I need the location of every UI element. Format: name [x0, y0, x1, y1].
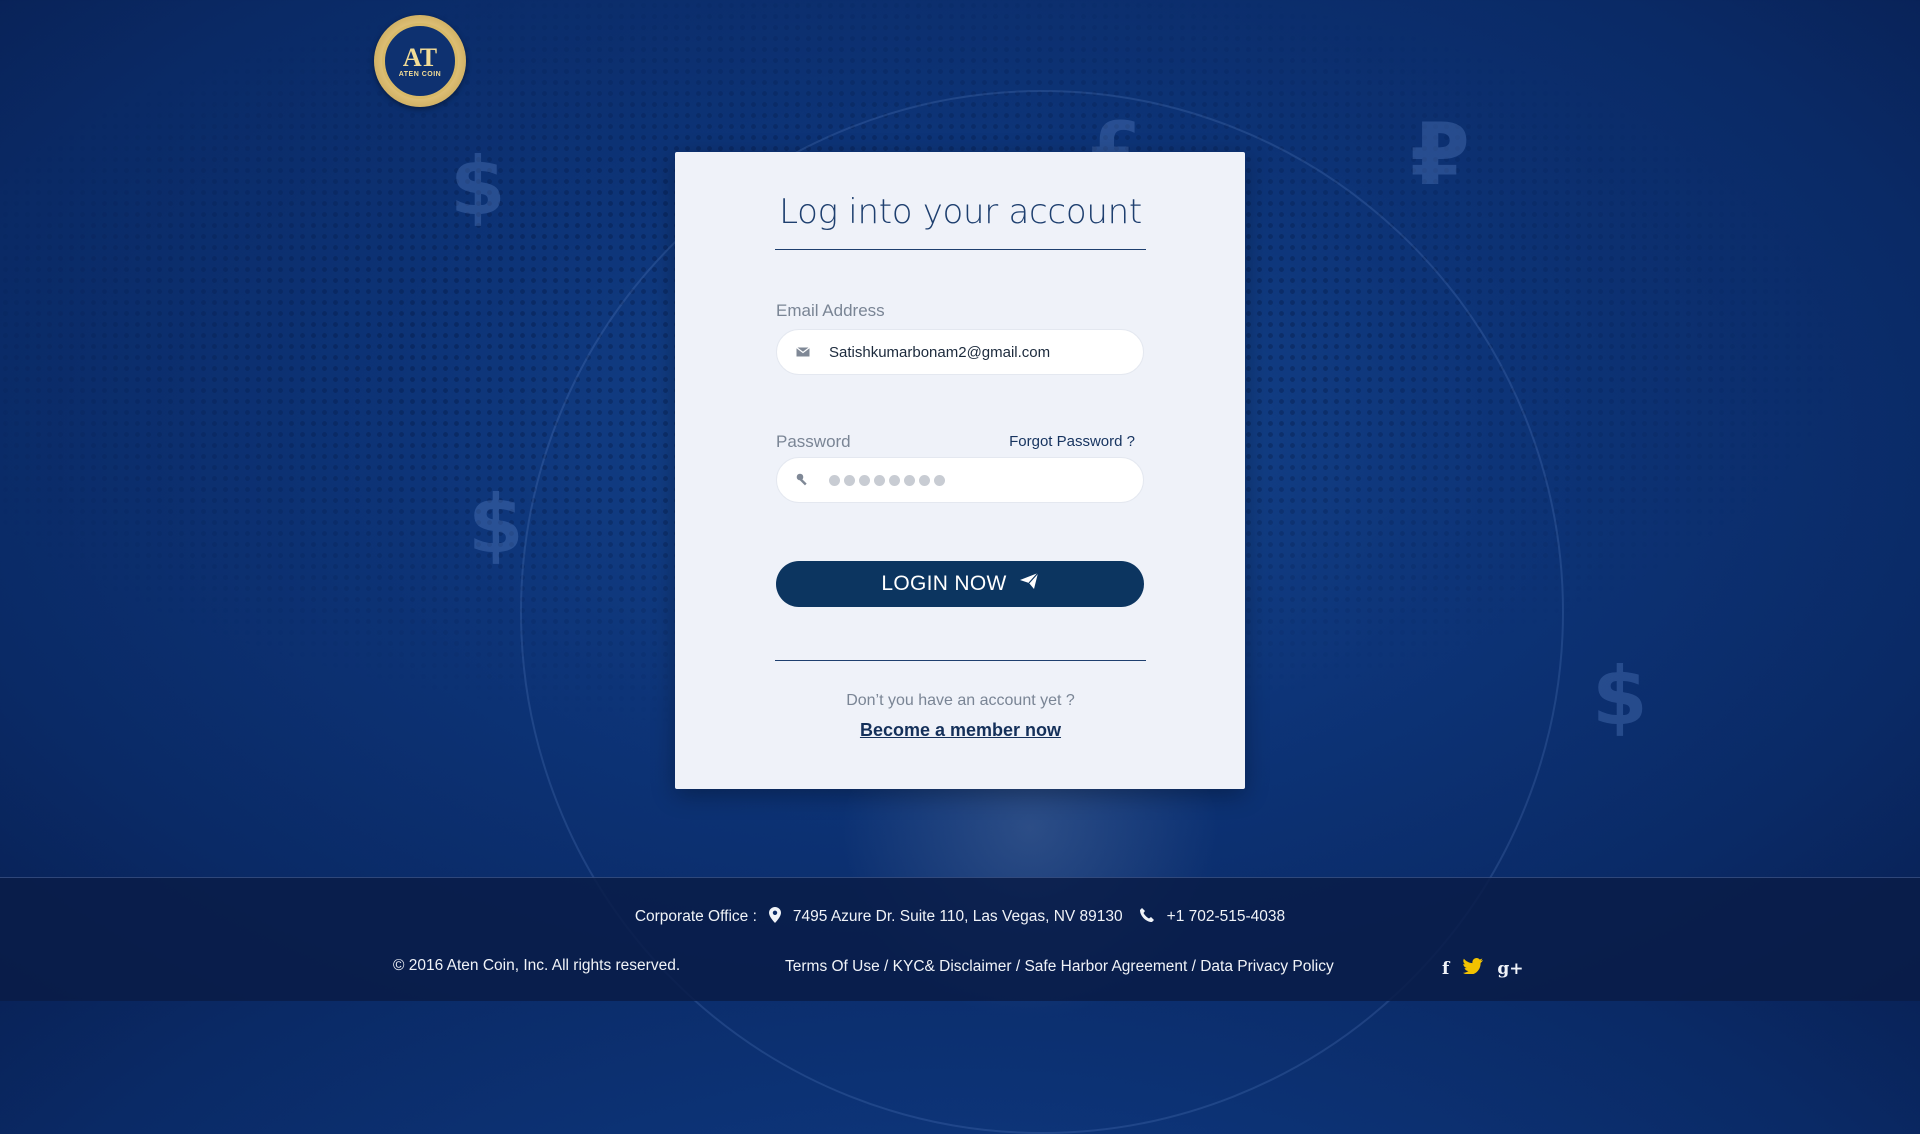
map-pin-icon	[768, 907, 781, 927]
footer-contact: Corporate Office : 7495 Azure Dr. Suite …	[0, 907, 1920, 927]
link-separator: /	[879, 958, 893, 975]
logo-mark: AT	[402, 42, 438, 72]
link-separator: /	[1011, 958, 1025, 975]
page-title: Log into your account	[779, 192, 1142, 232]
dollar-icon: $	[468, 478, 524, 571]
password-field[interactable]	[776, 457, 1144, 503]
phone-icon	[1139, 907, 1155, 927]
ruble-icon: ₽	[1410, 105, 1470, 205]
facebook-icon[interactable]: f	[1442, 959, 1449, 979]
footer: Corporate Office : 7495 Azure Dr. Suite …	[0, 877, 1920, 1001]
password-label: Password	[776, 432, 851, 451]
password-mask	[829, 474, 945, 486]
safe-harbor-link[interactable]: Safe Harbor Agreement	[1024, 958, 1187, 975]
office-label: Corporate Office :	[634, 908, 757, 925]
forgot-password-link[interactable]: Forgot Password ?	[1009, 433, 1135, 450]
twitter-icon[interactable]	[1463, 958, 1484, 979]
dollar-icon: $	[1592, 650, 1648, 743]
aten-coin-logo[interactable]: AT ATEN COIN	[374, 15, 466, 107]
office-phone: +1 702-515-4038	[1166, 908, 1286, 925]
signup-link[interactable]: Become a member now	[775, 720, 1146, 741]
kyc-disclaimer-link[interactable]: KYC& Disclaimer	[893, 958, 1012, 975]
form-divider	[775, 660, 1146, 661]
social-links: f g+	[1442, 958, 1523, 979]
link-separator: /	[1187, 958, 1201, 975]
office-address: 7495 Azure Dr. Suite 110, Las Vegas, NV …	[792, 908, 1123, 925]
privacy-policy-link[interactable]: Data Privacy Policy	[1200, 958, 1334, 975]
login-button[interactable]: LOGIN NOW	[776, 561, 1144, 607]
key-icon	[777, 473, 829, 487]
title-divider	[775, 249, 1146, 250]
google-plus-icon[interactable]: g+	[1497, 959, 1523, 979]
dollar-icon: $	[450, 140, 506, 233]
email-field[interactable]: Satishkumarbonam2@gmail.com	[776, 329, 1144, 375]
logo-emblem: AT ATEN COIN	[382, 23, 458, 99]
email-value: Satishkumarbonam2@gmail.com	[829, 343, 1051, 361]
terms-link[interactable]: Terms Of Use	[785, 958, 880, 975]
signup-question: Don’t you have an account yet ?	[846, 692, 1075, 709]
logo-text: ATEN COIN	[398, 70, 442, 78]
legal-links: Terms Of Use / KYC& Disclaimer / Safe Ha…	[785, 958, 1334, 976]
paper-plane-icon	[1019, 572, 1039, 596]
login-card: Log into your account Email Address Sati…	[675, 152, 1245, 789]
email-label: Email Address	[776, 301, 885, 320]
login-button-label: LOGIN NOW	[881, 572, 1007, 595]
mail-icon	[777, 347, 829, 357]
copyright: © 2016 Aten Coin, Inc. All rights reserv…	[393, 957, 681, 974]
